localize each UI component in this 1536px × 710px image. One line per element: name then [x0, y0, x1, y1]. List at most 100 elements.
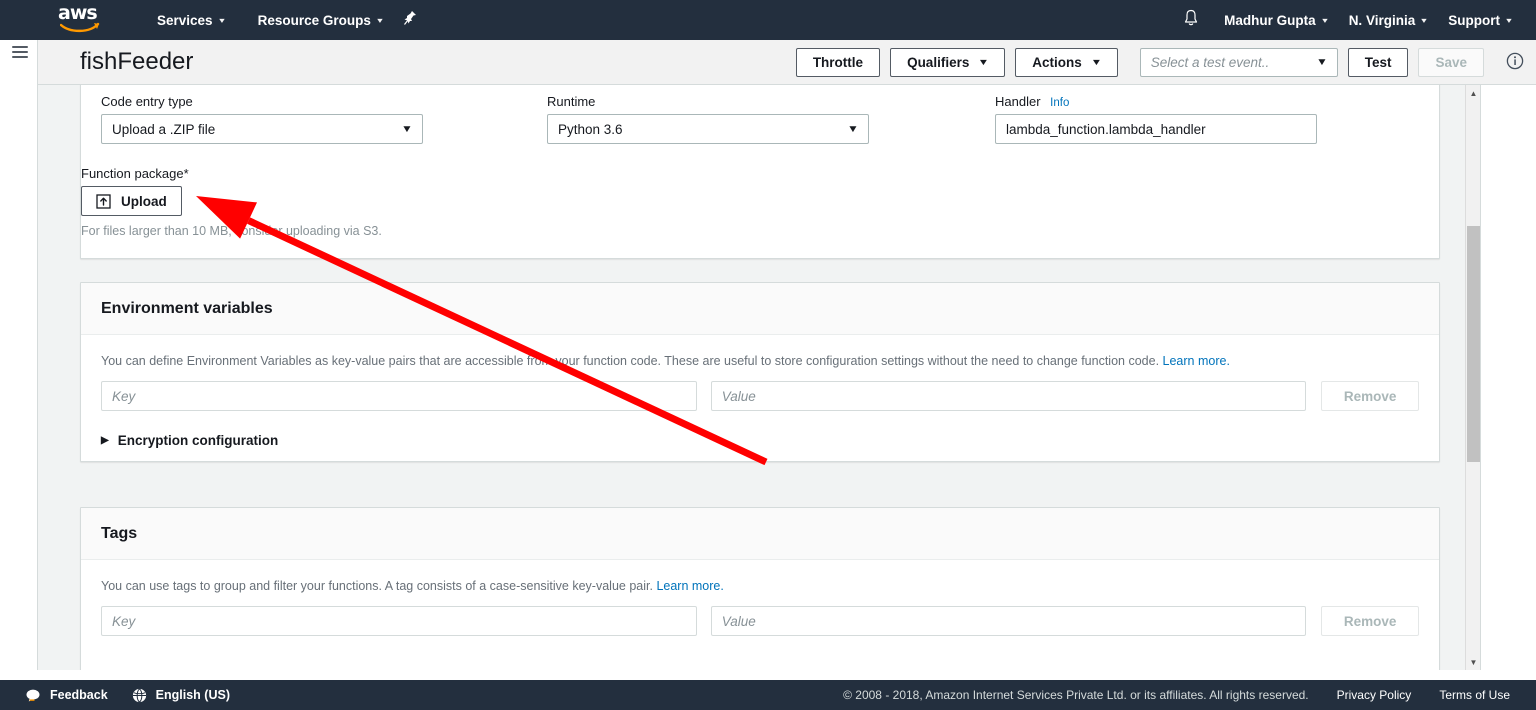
right-rail [1480, 52, 1536, 670]
nav-services-label: Services [157, 12, 213, 28]
nav-support-label: Support [1448, 12, 1500, 28]
chevron-down-icon: ▾ [1421, 15, 1427, 25]
chevron-down-icon: ▾ [1506, 15, 1512, 25]
qualifiers-button[interactable]: Qualifiers ▼ [890, 47, 1006, 77]
chevron-down-icon: ▼ [1315, 56, 1328, 68]
chevron-down-icon: ▼ [978, 57, 990, 67]
speech-bubble-icon [26, 689, 41, 702]
env-key-field-wrap: Key [101, 381, 697, 411]
hamburger-icon[interactable] [12, 46, 28, 58]
env-value-input[interactable]: Value [710, 381, 1307, 411]
function-package-label: Function package* [81, 166, 189, 181]
nav-account-menu[interactable]: Madhur Gupta ▾ [1213, 0, 1338, 40]
test-event-select[interactable]: Select a test event.. ▼ [1139, 47, 1338, 77]
globe-icon [132, 688, 147, 703]
test-button[interactable]: Test [1347, 47, 1409, 77]
hamburger-bar [12, 56, 28, 58]
function-package-group: Function package* Upload For files large… [81, 166, 501, 238]
tag-remove-button[interactable]: Remove [1321, 606, 1419, 636]
code-entry-type-label: Code entry type [101, 94, 193, 109]
language-label: English (US) [155, 688, 230, 702]
bell-icon[interactable] [1169, 9, 1213, 32]
scroll-down-arrow[interactable]: ▼ [1466, 654, 1481, 670]
env-key-input[interactable]: Key [101, 381, 697, 411]
environment-variables-body: You can define Environment Variables as … [81, 335, 1439, 468]
tag-value-input[interactable]: Value [710, 606, 1307, 636]
encryption-configuration-toggle[interactable]: ▶ Encryption configuration [101, 433, 1419, 448]
tags-panel: Tags You can use tags to group and filte… [80, 507, 1440, 670]
throttle-button-label: Throttle [812, 54, 864, 70]
upload-button[interactable]: Upload [81, 186, 182, 216]
tags-learn-more-link[interactable]: Learn more. [656, 579, 723, 593]
nav-support-menu[interactable]: Support ▾ [1437, 0, 1522, 40]
runtime-group: Runtime Python 3.6 ▼ [547, 94, 869, 144]
runtime-label: Runtime [547, 94, 596, 109]
upload-hint-text: For files larger than 10 MB, consider up… [81, 224, 382, 238]
environment-variables-learn-more-link[interactable]: Learn more. [1163, 354, 1230, 368]
code-config-row: Code entry type Upload a .ZIP file ▼ Run… [101, 94, 1419, 144]
tag-key-input[interactable]: Key [101, 606, 697, 636]
aws-logo[interactable]: aws [58, 4, 110, 35]
nav-region-label: N. Virginia [1348, 12, 1416, 28]
nav-region-menu[interactable]: N. Virginia ▾ [1338, 0, 1438, 40]
code-entry-type-value: Upload a .ZIP file [112, 121, 216, 137]
env-value-placeholder: Value [721, 388, 756, 404]
chevron-right-icon: ▶ [101, 435, 109, 446]
runtime-select[interactable]: Python 3.6 ▼ [547, 114, 869, 144]
nav-resource-groups-label: Resource Groups [257, 12, 371, 28]
test-event-select-value: Select a test event.. [1150, 54, 1270, 70]
qualifiers-button-label: Qualifiers [907, 54, 970, 70]
env-remove-button[interactable]: Remove [1321, 381, 1419, 411]
tag-value-field-wrap: Value [710, 606, 1307, 636]
environment-variables-description: You can define Environment Variables as … [101, 353, 1419, 369]
scroll-up-arrow[interactable]: ▲ [1466, 85, 1481, 101]
actions-button[interactable]: Actions ▼ [1015, 47, 1118, 77]
save-button[interactable]: Save [1418, 47, 1484, 77]
handler-input-value: lambda_function.lambda_handler [1006, 121, 1206, 137]
chevron-down-icon: ▾ [1321, 15, 1328, 25]
language-selector[interactable]: English (US) [132, 688, 230, 703]
nav-account-label: Madhur Gupta [1224, 12, 1316, 28]
runtime-value: Python 3.6 [558, 121, 623, 137]
handler-input[interactable]: lambda_function.lambda_handler [995, 114, 1317, 144]
throttle-button[interactable]: Throttle [795, 47, 881, 77]
environment-variable-row: Key Value Remove [101, 381, 1419, 411]
pin-icon[interactable] [403, 10, 417, 30]
tag-value-placeholder: Value [721, 613, 756, 629]
chevron-down-icon: ▾ [218, 15, 225, 25]
save-button-label: Save [1435, 54, 1467, 70]
tags-description: You can use tags to group and filter you… [101, 578, 1419, 594]
nav-resource-groups[interactable]: Resource Groups ▾ [247, 0, 393, 40]
privacy-policy-link[interactable]: Privacy Policy [1337, 688, 1412, 702]
test-button-label: Test [1364, 54, 1392, 70]
tags-description-text: You can use tags to group and filter you… [101, 579, 653, 593]
handler-info-link[interactable]: Info [1050, 97, 1069, 109]
nav-services[interactable]: Services ▾ [146, 0, 235, 40]
tags-title: Tags [101, 525, 138, 542]
env-key-placeholder: Key [112, 388, 136, 404]
function-code-panel: Code entry type Upload a .ZIP file ▼ Run… [80, 85, 1440, 259]
aws-smile-icon [60, 22, 100, 33]
environment-variables-header: Environment variables [81, 283, 1439, 335]
env-value-field-wrap: Value [710, 381, 1307, 411]
code-entry-type-select[interactable]: Upload a .ZIP file ▼ [101, 114, 423, 144]
scrollbar-thumb[interactable] [1467, 226, 1480, 462]
tag-key-field-wrap: Key [101, 606, 697, 636]
handler-group: Handler Info lambda_function.lambda_hand… [995, 94, 1317, 144]
tags-header: Tags [81, 508, 1439, 560]
page-title: fishFeeder [80, 48, 194, 75]
env-remove-button-label: Remove [1343, 388, 1397, 404]
vertical-scrollbar[interactable]: ▲ ▼ [1465, 85, 1480, 670]
upload-button-label: Upload [121, 193, 167, 209]
feedback-link[interactable]: Feedback [26, 688, 108, 702]
chevron-down-icon: ▼ [847, 123, 859, 135]
footer-right-group: © 2008 - 2018, Amazon Internet Services … [843, 688, 1536, 702]
copyright-text: © 2008 - 2018, Amazon Internet Services … [843, 688, 1309, 702]
encryption-configuration-label: Encryption configuration [117, 433, 279, 448]
tag-key-placeholder: Key [112, 613, 136, 629]
function-header-bar: fishFeeder Throttle Qualifiers ▼ Actions… [0, 40, 1536, 85]
info-circle-icon[interactable] [1506, 52, 1524, 70]
code-entry-type-group: Code entry type Upload a .ZIP file ▼ [101, 94, 423, 144]
terms-of-use-link[interactable]: Terms of Use [1439, 688, 1510, 702]
environment-variables-title: Environment variables [101, 300, 273, 317]
